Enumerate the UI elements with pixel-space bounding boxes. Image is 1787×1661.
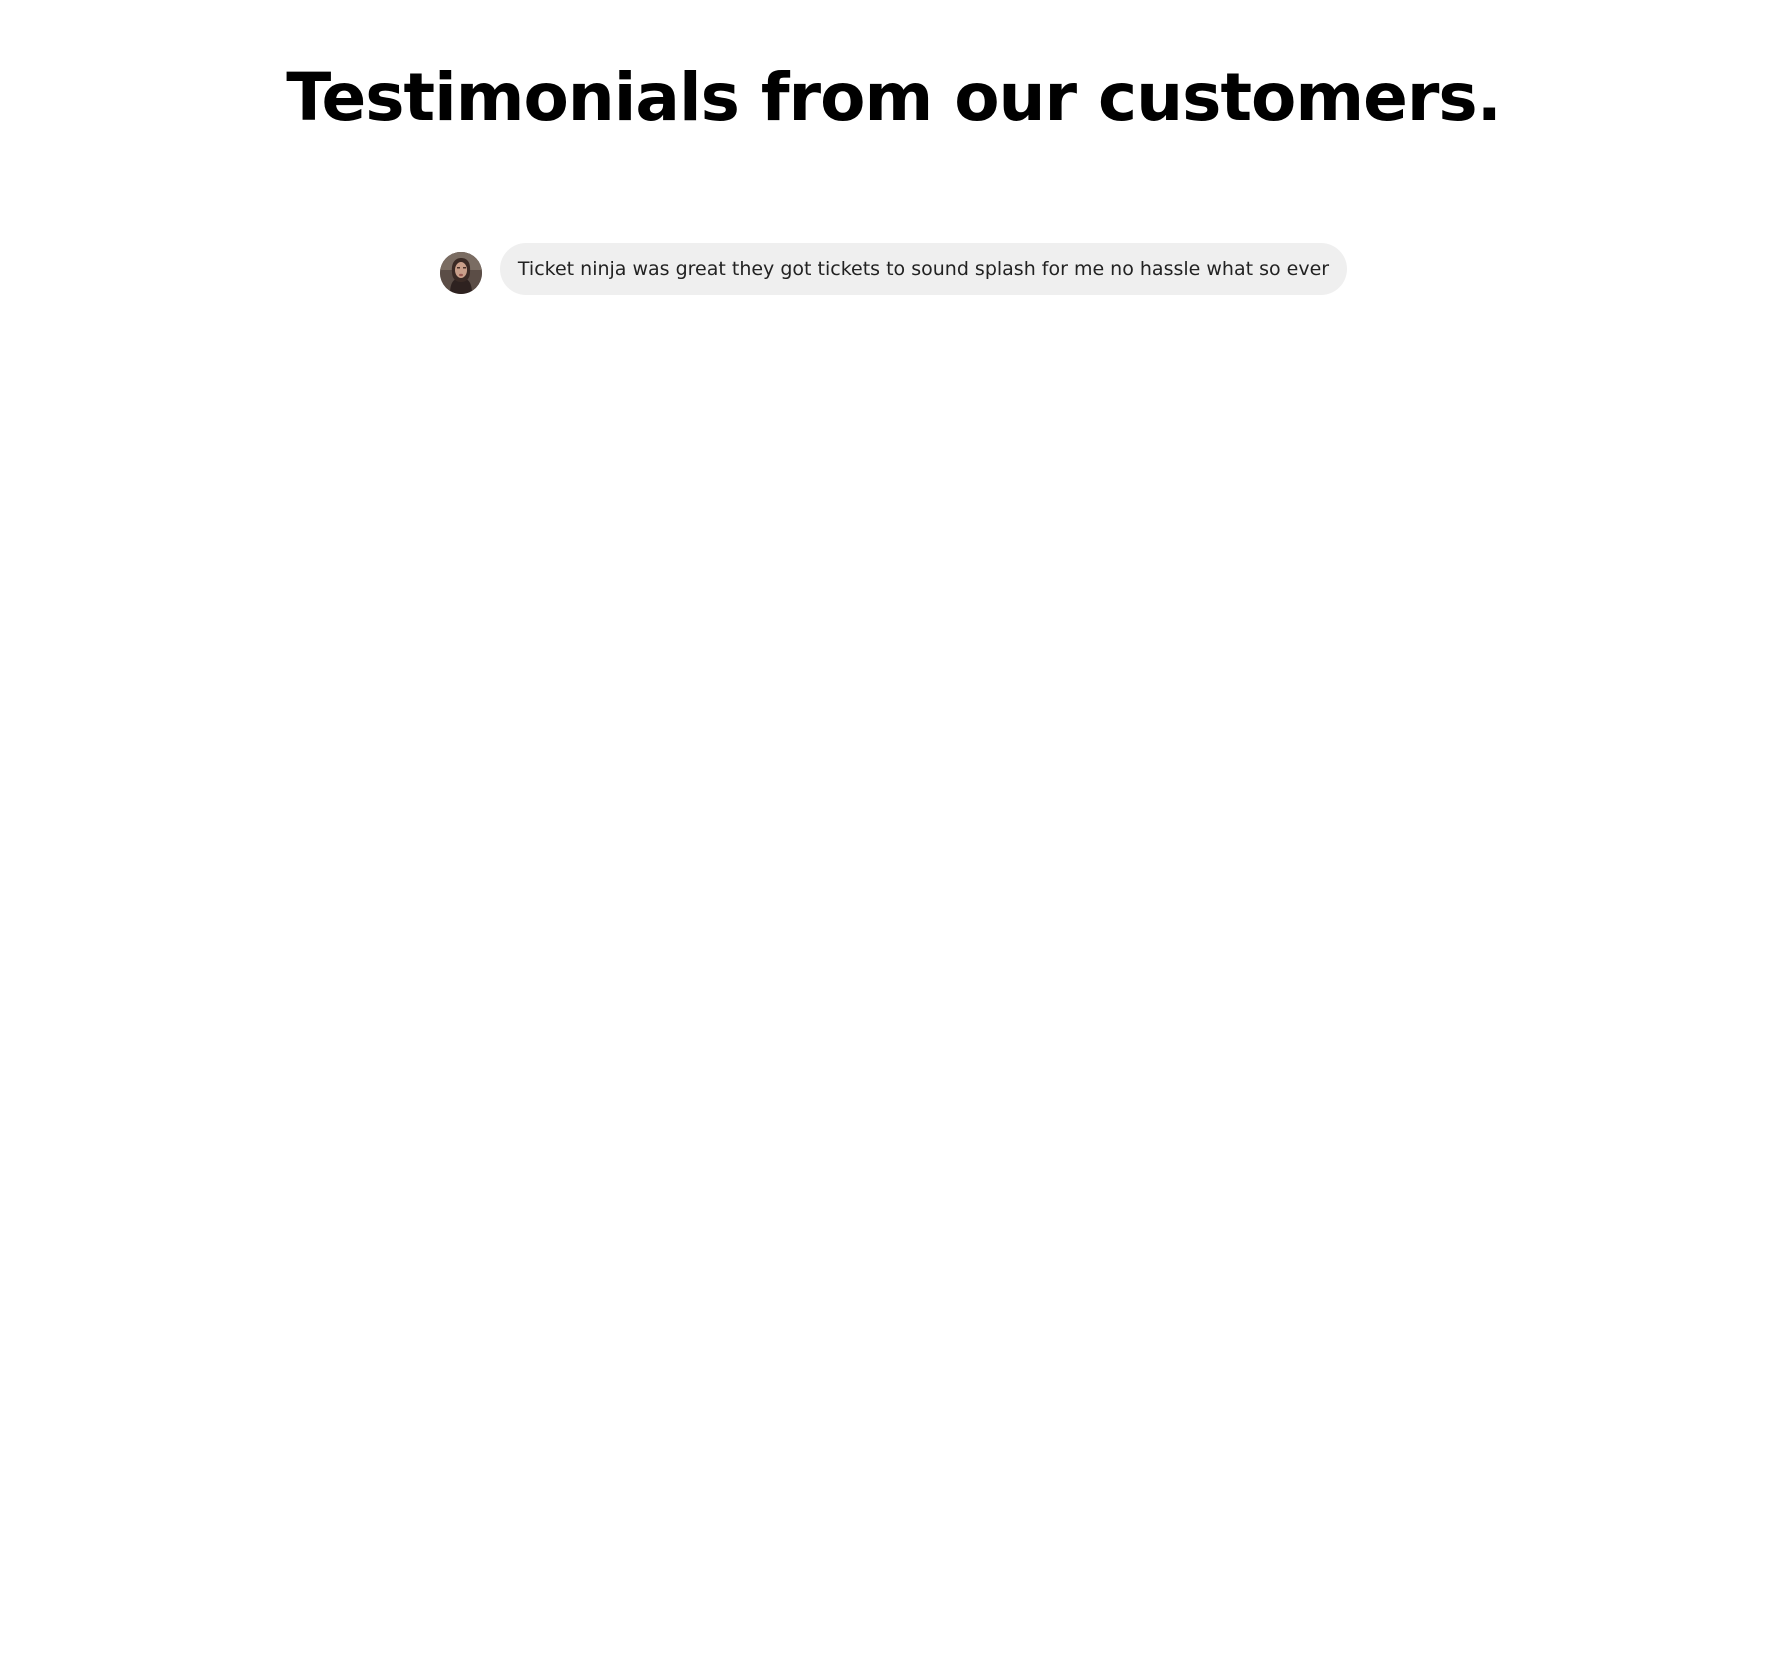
customer-avatar-icon xyxy=(439,252,482,294)
testimonial-text: Ticket ninja was great they got tickets … xyxy=(499,243,1348,295)
avatar xyxy=(439,252,482,294)
testimonial-item: Ticket ninja was great they got tickets … xyxy=(0,243,1787,295)
page-title: Testimonials from our customers. xyxy=(286,59,1502,136)
